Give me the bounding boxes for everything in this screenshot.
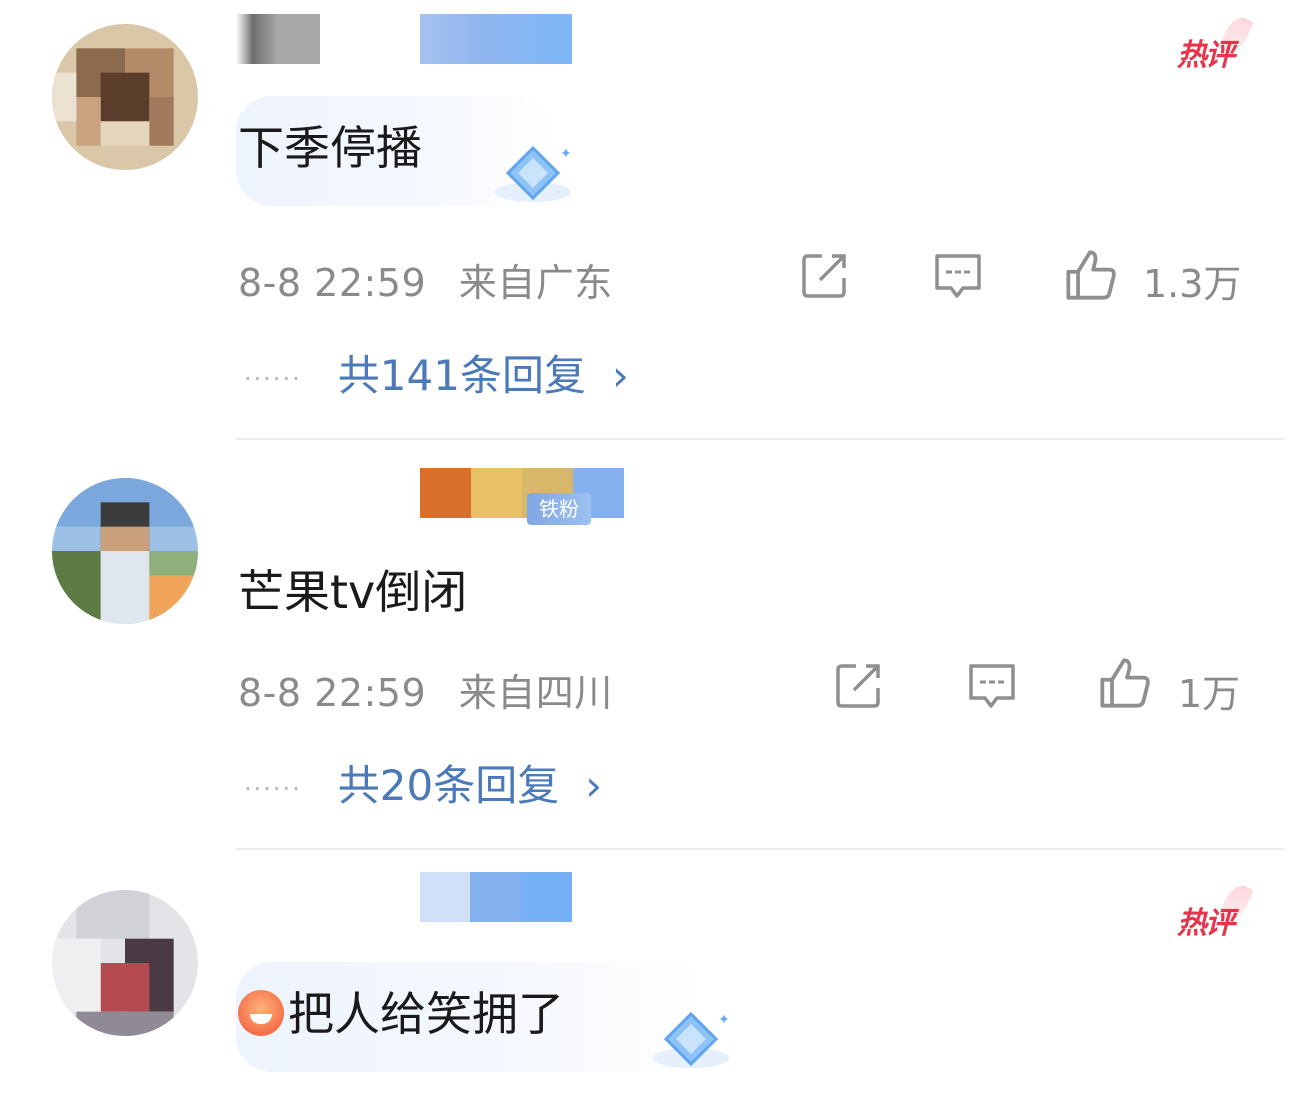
svg-text:✦: ✦ (560, 146, 572, 162)
avatar[interactable] (52, 478, 198, 624)
like-count: 1.3万 (1143, 262, 1242, 306)
like-count: 1万 (1178, 672, 1241, 716)
diamond-decoration-icon: ✦ (653, 1011, 730, 1068)
comment-meta: 8-8 22:59 来自广东 (238, 252, 613, 307)
user-badge-redacted (420, 14, 572, 64)
comment-text: 把人给笑拥了 (238, 978, 564, 1044)
avatar[interactable] (52, 24, 198, 170)
svg-text:✦: ✦ (718, 1012, 730, 1028)
chevron-right-icon: › (585, 761, 603, 810)
username-redacted[interactable] (236, 14, 320, 64)
comment-text-content: 把人给笑拥了 (288, 987, 564, 1041)
avatar-image (52, 478, 198, 624)
comment-meta: 8-8 22:59 来自四川 (238, 662, 613, 717)
divider (236, 438, 1285, 440)
avatar-image (52, 24, 198, 170)
hot-comment-badge: 热评 (1177, 30, 1235, 74)
hot-comment-badge: 热评 (1177, 898, 1235, 942)
replies-dots: ······ (244, 364, 302, 393)
share-icon[interactable] (834, 660, 884, 710)
comment-text: 芒果tv倒闭 (238, 565, 468, 619)
username-redacted[interactable] (420, 468, 624, 518)
diamond-decoration-icon: ✦ (495, 145, 572, 202)
comment-time: 8-8 22:59 (238, 671, 427, 715)
comment-icon[interactable] (933, 250, 983, 300)
view-replies-link[interactable]: ······ 共20条回复 › (244, 752, 602, 813)
thumbs-up-icon[interactable] (1064, 248, 1118, 302)
username-redacted[interactable] (420, 872, 572, 922)
share-icon[interactable] (800, 250, 850, 300)
comment-time: 8-8 22:59 (238, 261, 427, 305)
laughing-emoji-icon (238, 990, 284, 1036)
chevron-right-icon: › (611, 351, 629, 400)
avatar-image (52, 890, 198, 1036)
comment-location: 来自广东 (458, 261, 613, 305)
comment-text: 下季停播 (238, 121, 422, 175)
replies-dots: ······ (244, 774, 302, 803)
replies-count: 共141条回复 (337, 351, 586, 400)
comment-location: 来自四川 (458, 671, 613, 715)
fan-badge: 铁粉 (527, 493, 591, 525)
replies-count: 共20条回复 (337, 761, 560, 810)
view-replies-link[interactable]: ······ 共141条回复 › (244, 342, 629, 403)
divider (236, 848, 1285, 850)
thumbs-up-icon[interactable] (1098, 656, 1152, 710)
comment-icon[interactable] (967, 660, 1017, 710)
avatar[interactable] (52, 890, 198, 1036)
